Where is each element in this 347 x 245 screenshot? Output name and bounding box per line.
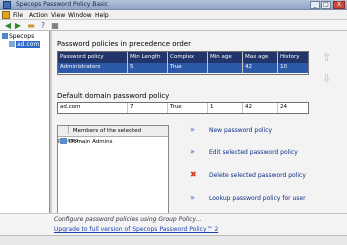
cell-policy: Administrators bbox=[58, 63, 128, 73]
close-button[interactable]: X bbox=[333, 1, 345, 9]
menu-view[interactable]: View bbox=[51, 12, 65, 19]
col-header-complex[interactable]: Complex bbox=[168, 52, 208, 63]
computer-icon bbox=[2, 33, 8, 39]
window-title: Specops Password Policy Basic bbox=[16, 1, 109, 8]
title-bar: Specops Password Policy Basic _ □ X bbox=[0, 0, 347, 10]
domain-icon bbox=[9, 41, 15, 47]
tree-label-root: Specops bbox=[9, 33, 35, 40]
default-policy-table: ad.com 7 True 1 42 24 bbox=[57, 102, 309, 114]
col-header-policy[interactable]: Password policy bbox=[58, 52, 128, 63]
col-header-history[interactable]: History bbox=[278, 52, 308, 63]
lookup-arrow-icon[interactable]: » bbox=[190, 194, 195, 202]
navigation-tree: Specops ad.com bbox=[0, 31, 50, 213]
col-header-max-age[interactable]: Max age bbox=[243, 52, 278, 63]
lookup-policy-link[interactable]: Lookup password policy for user bbox=[209, 195, 306, 202]
default-cell-complex: True bbox=[168, 103, 208, 113]
cell-min-length: 5 bbox=[128, 63, 168, 73]
help-icon[interactable]: ? bbox=[38, 21, 48, 30]
menu-bar: File Action View Window Help bbox=[0, 10, 347, 20]
member-name: Domain Admins bbox=[69, 139, 113, 145]
new-policy-arrow-icon[interactable]: » bbox=[190, 126, 195, 134]
tree-label-domain: ad.com bbox=[16, 41, 41, 48]
toolbar: ◀ ▶ ▬ ? ▦ bbox=[0, 20, 347, 31]
menu-help[interactable]: Help bbox=[95, 12, 109, 19]
tree-item-domain[interactable]: ad.com bbox=[9, 41, 41, 48]
col-header-min-length[interactable]: Min Length bbox=[128, 52, 168, 63]
properties-icon[interactable]: ▦ bbox=[50, 21, 60, 30]
back-icon[interactable]: ◀ bbox=[3, 21, 13, 30]
delete-icon[interactable]: ✖ bbox=[190, 171, 197, 179]
system-menu-icon[interactable] bbox=[2, 11, 10, 19]
forward-icon[interactable]: ▶ bbox=[13, 21, 23, 30]
app-icon bbox=[3, 1, 11, 9]
default-cell-min-age: 1 bbox=[208, 103, 243, 113]
main-panel: Password policies in precedence order Pa… bbox=[52, 31, 347, 227]
edit-policy-arrow-icon[interactable]: » bbox=[190, 148, 195, 156]
policies-header-row: Password policy Min Length Complex Min a… bbox=[58, 52, 308, 63]
move-down-icon[interactable]: ⇩ bbox=[322, 72, 331, 85]
folder-icon[interactable]: ▬ bbox=[26, 21, 36, 30]
default-cell-domain: ad.com bbox=[58, 103, 128, 113]
table-row[interactable]: ad.com 7 True 1 42 24 bbox=[58, 103, 308, 113]
cell-max-age: 42 bbox=[243, 63, 278, 73]
members-list[interactable]: Members of the selected passwo... Domain… bbox=[57, 125, 169, 227]
group-icon bbox=[60, 138, 67, 144]
footer-note: Configure password policies using Group … bbox=[54, 216, 202, 223]
menu-action[interactable]: Action bbox=[29, 12, 48, 19]
policies-table: Password policy Min Length Complex Min a… bbox=[57, 51, 309, 75]
upgrade-link[interactable]: Upgrade to full version of Specops Passw… bbox=[54, 226, 218, 233]
default-policy-heading: Default domain password policy bbox=[57, 92, 170, 100]
col-header-min-age[interactable]: Min age bbox=[208, 52, 243, 63]
menu-file[interactable]: File bbox=[13, 12, 23, 19]
table-row[interactable]: Administrators 5 True 42 10 bbox=[58, 63, 308, 73]
footer: Configure password policies using Group … bbox=[0, 213, 347, 235]
default-cell-history: 24 bbox=[280, 104, 287, 110]
default-cell-max-age: 42 bbox=[243, 103, 278, 113]
minimize-button[interactable]: _ bbox=[310, 1, 320, 9]
status-bar bbox=[0, 235, 347, 245]
maximize-button[interactable]: □ bbox=[321, 1, 331, 9]
new-policy-link[interactable]: New password policy bbox=[209, 127, 272, 134]
edit-policy-link[interactable]: Edit selected password policy bbox=[209, 149, 298, 156]
delete-policy-link[interactable]: Delete selected password policy bbox=[209, 172, 306, 179]
default-cell-min-length: 7 bbox=[128, 103, 168, 113]
menu-window[interactable]: Window bbox=[68, 12, 92, 19]
move-up-icon[interactable]: ⇧ bbox=[322, 51, 331, 64]
policies-heading: Password policies in precedence order bbox=[57, 40, 191, 48]
cell-history: 10 bbox=[280, 64, 287, 70]
tree-item-specops[interactable]: Specops bbox=[2, 33, 34, 40]
list-item[interactable]: Domain Admins bbox=[60, 138, 112, 146]
cell-complex: True bbox=[168, 63, 208, 73]
members-header[interactable]: Members of the selected passwo... bbox=[58, 126, 168, 144]
cell-min-age bbox=[208, 63, 243, 73]
